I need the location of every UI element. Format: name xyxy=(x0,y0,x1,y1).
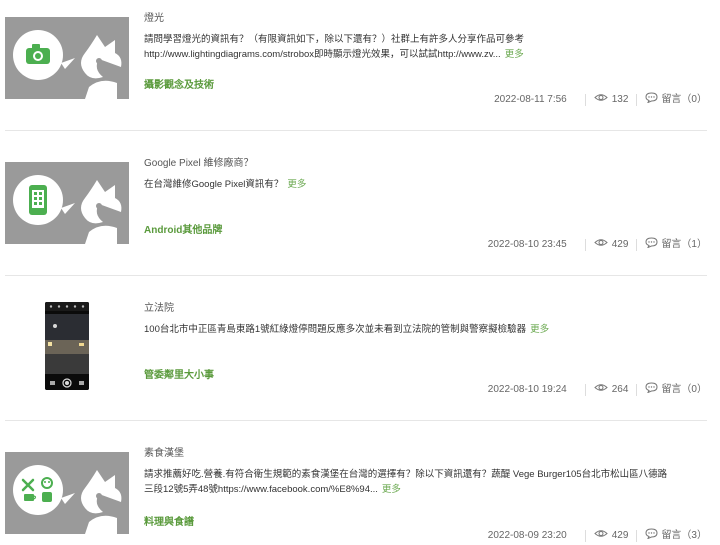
more-link[interactable]: 更多 xyxy=(530,324,549,335)
post-list: 燈光 請問學習燈光的資訊有？（有限資訊如下，除以下還有？）社群上有許多人分享作品… xyxy=(0,0,720,545)
post-meta: 2022-08-10 23:45 429 留言（1） xyxy=(487,237,707,253)
post-date: 2022-08-09 23:20 xyxy=(487,530,567,541)
post-meta: 2022-08-09 23:20 429 留言（3） xyxy=(487,528,707,544)
post-description-line: 100台北市中正區青島東路1號紅綠燈停問題反應多次並未看到立法院的管制與警察擬檢… xyxy=(144,322,704,337)
divider xyxy=(584,530,586,542)
post-description-line: 三段12號5弄48號https://www.facebook.com/%E8%9… xyxy=(144,482,704,497)
comment-link[interactable]: 留言（0） xyxy=(661,93,707,107)
category-link[interactable]: 管委鄰里大小事 xyxy=(144,366,214,381)
more-link[interactable]: 更多 xyxy=(382,484,401,495)
post-title[interactable]: 燈光 xyxy=(144,12,704,26)
comment-icon xyxy=(645,92,658,108)
post-meta: 2022-08-10 19:24 264 留言（0） xyxy=(487,382,707,398)
view-count: 264 xyxy=(611,384,629,395)
comment-icon xyxy=(645,382,658,398)
post-description-line: 在台灣維修Google Pixel資訊有？ 更多 xyxy=(144,177,704,192)
post-title[interactable]: 素食漢堡 xyxy=(144,447,704,461)
post-description-line: http://www.lightingdiagrams.com/strobox即… xyxy=(144,47,704,62)
divider xyxy=(584,239,586,251)
list-item[interactable]: 素食漢堡 請求推薦好吃.營養.有符合衛生規範的素食漢堡在台灣的選擇有？除以下資訊… xyxy=(5,421,707,545)
comment-link[interactable]: 留言（1） xyxy=(661,238,707,252)
post-title[interactable]: Google Pixel 維修廠商？ xyxy=(144,157,704,171)
view-count: 429 xyxy=(611,239,629,250)
post-thumbnail[interactable] xyxy=(5,17,129,99)
post-date: 2022-08-10 23:45 xyxy=(487,239,567,250)
post-date: 2022-08-11 7:56 xyxy=(494,94,567,105)
divider xyxy=(636,530,638,542)
food-icon xyxy=(5,452,129,534)
comment-icon xyxy=(645,237,658,253)
camera-icon xyxy=(5,17,129,99)
view-count: 132 xyxy=(611,94,629,105)
category-link[interactable]: Android其他品牌 xyxy=(144,221,222,236)
list-item[interactable]: 燈光 請問學習燈光的資訊有？（有限資訊如下，除以下還有？）社群上有許多人分享作品… xyxy=(5,0,707,131)
eye-icon xyxy=(594,383,608,397)
comment-link[interactable]: 留言（0） xyxy=(661,383,707,397)
post-date: 2022-08-10 19:24 xyxy=(487,384,567,395)
more-link[interactable]: 更多 xyxy=(287,179,306,190)
post-description: 請求推薦好吃.營養.有符合衛生規範的素食漢堡在台灣的選擇有？除以下資訊還有？蔬醍… xyxy=(144,467,704,497)
post-description-line: 請問學習燈光的資訊有？（有限資訊如下，除以下還有？）社群上有許多人分享作品可參考 xyxy=(144,34,525,45)
comment-link[interactable]: 留言（3） xyxy=(661,529,707,543)
post-description: 請問學習燈光的資訊有？（有限資訊如下，除以下還有？）社群上有許多人分享作品可參考… xyxy=(144,32,704,62)
divider xyxy=(636,94,638,106)
eye-icon xyxy=(594,93,608,107)
street-photo-icon xyxy=(45,302,89,390)
eye-icon xyxy=(594,238,608,252)
more-link[interactable]: 更多 xyxy=(505,49,524,60)
post-description: 在台灣維修Google Pixel資訊有？ 更多 xyxy=(144,177,704,192)
phone-icon xyxy=(5,162,129,244)
post-title[interactable]: 立法院 xyxy=(144,302,704,316)
comment-icon xyxy=(645,528,658,544)
eye-icon xyxy=(594,529,608,543)
post-meta: 2022-08-11 7:56 132 留言（0） xyxy=(494,92,707,108)
post-description-text: 三段12號5弄48號https://www.facebook.com/%E8%9… xyxy=(144,484,378,495)
divider xyxy=(584,94,586,106)
view-count: 429 xyxy=(611,530,629,541)
category-link[interactable]: 料理與食譜 xyxy=(144,513,194,528)
post-description: 100台北市中正區青島東路1號紅綠燈停問題反應多次並未看到立法院的管制與警察擬檢… xyxy=(144,322,704,337)
post-thumbnail-photo[interactable] xyxy=(45,302,89,390)
post-description-text: 100台北市中正區青島東路1號紅綠燈停問題反應多次並未看到立法院的管制與警察擬檢… xyxy=(144,324,527,335)
list-item[interactable]: Google Pixel 維修廠商？ 在台灣維修Google Pixel資訊有？… xyxy=(5,131,707,276)
post-thumbnail[interactable] xyxy=(5,162,129,244)
post-thumbnail[interactable] xyxy=(5,452,129,534)
divider xyxy=(636,384,638,396)
divider xyxy=(636,239,638,251)
post-description-text: http://www.lightingdiagrams.com/strobox即… xyxy=(144,49,501,60)
list-item[interactable]: 立法院 100台北市中正區青島東路1號紅綠燈停問題反應多次並未看到立法院的管制與… xyxy=(5,276,707,421)
post-description-line: 請求推薦好吃.營養.有符合衛生規範的素食漢堡在台灣的選擇有？除以下資訊還有？蔬醍… xyxy=(144,469,668,480)
category-link[interactable]: 攝影觀念及技術 xyxy=(144,76,214,91)
post-description-text: 在台灣維修Google Pixel資訊有？ xyxy=(144,179,284,190)
divider xyxy=(584,384,586,396)
